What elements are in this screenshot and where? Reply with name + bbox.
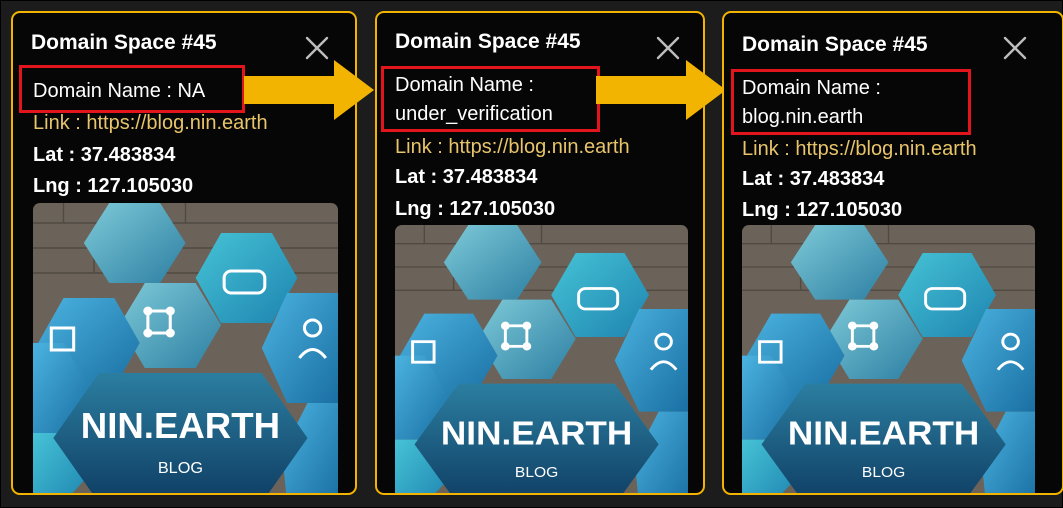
domain-name-line: Domain Name : NA	[33, 80, 206, 102]
longitude: Lng : 127.105030	[33, 175, 194, 197]
latitude: Lat : 37.483834	[395, 166, 538, 188]
svg-text:NIN.EARTH: NIN.EARTH	[441, 415, 632, 452]
close-icon[interactable]	[304, 35, 330, 61]
popup-title: Domain Space #45	[31, 31, 217, 54]
svg-text:NIN.EARTH: NIN.EARTH	[788, 415, 979, 452]
blog-image: NIN.EARTH BLOG	[742, 225, 1035, 493]
link-text[interactable]: Link : https://blog.nin.earth	[33, 112, 268, 135]
comparison-frame: Domain Space #45 Domain Name : NA Link :…	[0, 0, 1063, 508]
svg-text:BLOG: BLOG	[515, 464, 558, 481]
domain-name-value: blog.nin.earth	[742, 106, 864, 128]
domain-name: Domain Name : under_verification	[395, 71, 553, 129]
svg-text:BLOG: BLOG	[158, 459, 203, 477]
latitude: Lat : 37.483834	[742, 168, 885, 190]
domain-name-line: Domain Name :	[742, 77, 881, 99]
close-icon[interactable]	[655, 35, 681, 61]
blog-image: NIN.EARTH BLOG	[395, 225, 688, 493]
close-icon[interactable]	[1002, 35, 1028, 61]
blog-image: NIN.EARTH BLOG	[33, 203, 338, 493]
link-text[interactable]: Link : https://blog.nin.earth	[395, 136, 630, 159]
arrow-right-icon	[596, 60, 726, 120]
domain-name-line: Domain Name :	[395, 74, 534, 96]
svg-text:BLOG: BLOG	[862, 464, 905, 481]
domain-name: Domain Name : NA	[33, 77, 205, 106]
longitude: Lng : 127.105030	[742, 199, 903, 221]
longitude: Lng : 127.105030	[395, 198, 556, 220]
domain-popup-verified: Domain Space #45 Domain Name : blog.nin.…	[722, 11, 1063, 495]
latitude: Lat : 37.483834	[33, 144, 176, 166]
domain-name: Domain Name : blog.nin.earth	[742, 74, 881, 132]
popup-title: Domain Space #45	[742, 33, 928, 56]
popup-title: Domain Space #45	[395, 30, 581, 53]
arrow-right-icon	[244, 60, 374, 120]
link-text[interactable]: Link : https://blog.nin.earth	[742, 138, 977, 161]
svg-text:NIN.EARTH: NIN.EARTH	[81, 405, 280, 446]
domain-name-value: under_verification	[395, 103, 553, 125]
